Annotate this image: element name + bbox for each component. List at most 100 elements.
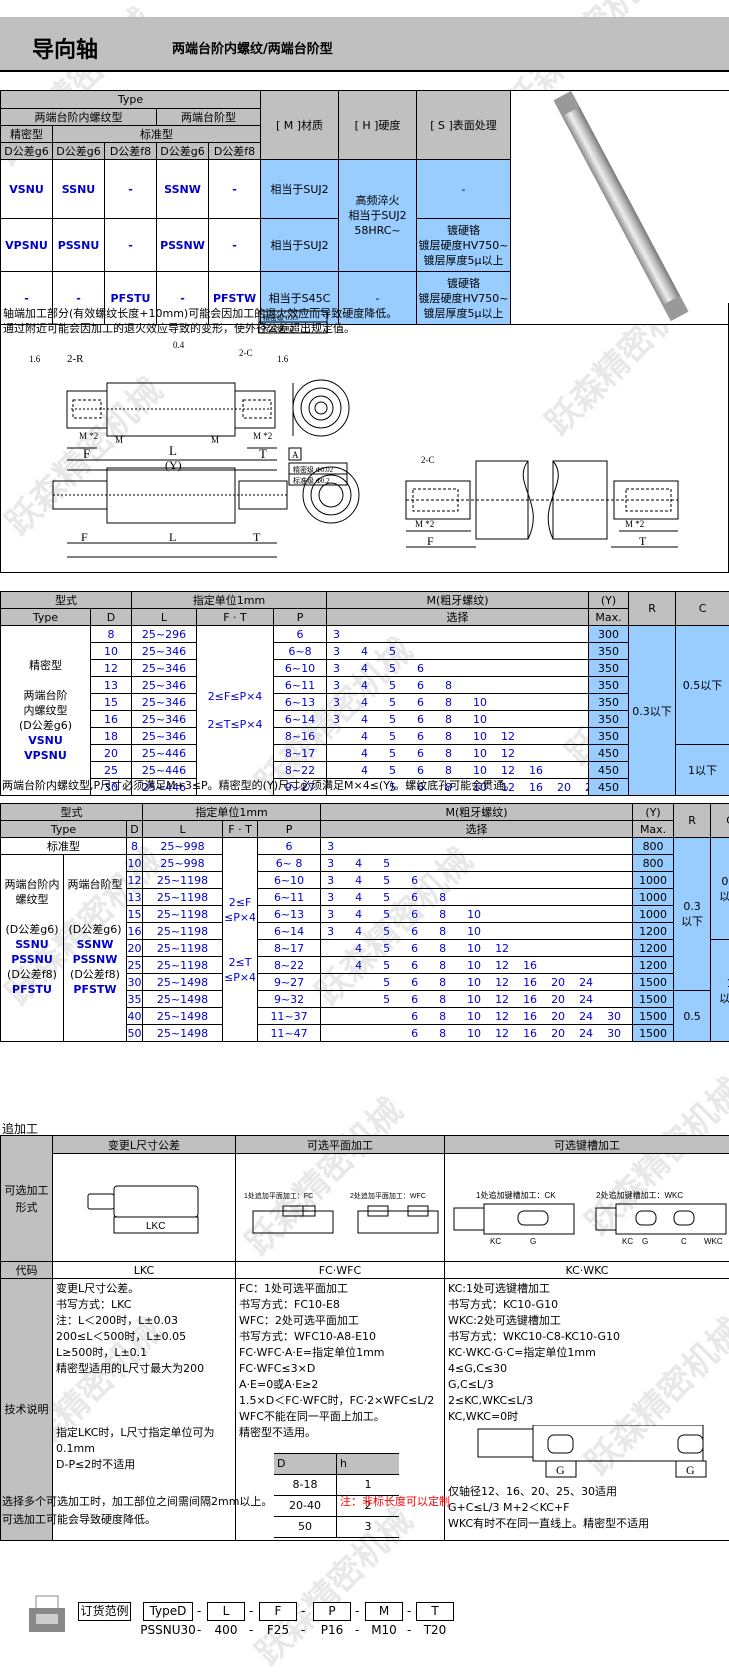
svg-text:(Y): (Y) [165, 458, 182, 472]
table-row: 标准型825~9982≤F≤P×42≤T≤P×4638000.3以下0.5以下 [1, 838, 729, 855]
svg-text:1处追加平面加工：FC: 1处追加平面加工：FC [244, 1191, 313, 1200]
thread-options: 68101216202430 [321, 1025, 633, 1042]
svg-text:精密级 Φ0.02: 精密级 Φ0.02 [293, 465, 334, 474]
thread-options: 5681012162024 [321, 974, 633, 991]
order-value: PSSNU30 [137, 1623, 199, 1637]
svg-text:M: M [211, 435, 219, 445]
standard-spec-table: 型式 指定单位1mm M(粗牙螺纹) (Y) R C Type D L F · … [0, 803, 729, 1042]
svg-text:M *2: M *2 [79, 431, 98, 441]
page-subtitle: 两端台阶内螺纹/两端台阶型 [172, 38, 333, 57]
page-title: 导向轴 [32, 32, 98, 64]
svg-text:G: G [642, 1237, 648, 1246]
kc-diagram: 1处追加键槽加工：CK 2处追加键槽加工：WKC KCG KCGCWKC [445, 1154, 729, 1262]
svg-text:T: T [253, 530, 261, 544]
svg-text:M *2: M *2 [253, 431, 272, 441]
table-row: 2025~4468~17456810124501以下 [1, 745, 729, 762]
svg-text:G: G [530, 1237, 536, 1246]
table-row: 1625~3466~143456810350 [1, 711, 729, 728]
table-row: 两端台阶内螺纹型(D公差g6)SSNUPSSNU(D公差f8)PFSTU两端台阶… [1, 855, 729, 872]
order-separator: - [355, 1604, 359, 1618]
svg-text:T: T [639, 534, 647, 548]
keyway-detail-icon: GG [448, 1425, 718, 1479]
svg-text:G: G [556, 1463, 565, 1477]
thread-options: 3456 [321, 872, 633, 889]
type-code-link[interactable]: VSNU [1, 160, 53, 219]
keyway-machining-icon: 1处追加键槽加工：CK 2处追加键槽加工：WKC KCG KCGCWKC [446, 1156, 729, 1256]
type-code-link[interactable]: PSSNU [53, 219, 105, 272]
flat-machining-icon: 1处追加平面加工：FC 2处追加平面加工：WFC [238, 1156, 443, 1256]
thread-options: 3 [321, 838, 633, 855]
table-row: 1225~3466~103456350 [1, 660, 729, 677]
svg-text:WKC: WKC [704, 1237, 723, 1246]
svg-text:LKC: LKC [146, 1221, 165, 1232]
svg-text:F: F [81, 530, 88, 544]
thread-options: 68101216202430 [321, 1008, 633, 1025]
svg-text:M: M [115, 435, 123, 445]
svg-text:精密级 0.03: 精密级 0.03 [263, 313, 298, 322]
order-field-p: P [313, 1602, 351, 1621]
type-code-link[interactable]: PSSNW [157, 219, 209, 272]
table-row: 精密型两端台阶内螺纹型(D公差g6)VSNUVPSNU825~2962≤F≤P×… [1, 626, 729, 643]
table-row: 1025~3466~8345350 [1, 643, 729, 660]
thread-options: 45681012 [321, 940, 633, 957]
thread-options: 34568 [327, 677, 589, 694]
product-photo [511, 91, 729, 325]
top-spacer [0, 0, 729, 18]
order-separator: - [197, 1604, 201, 1618]
svg-text:A: A [292, 450, 299, 460]
typewriter-icon [28, 1594, 68, 1634]
thread-options: 345 [327, 643, 589, 660]
order-field-m: M [365, 1602, 403, 1621]
type-table: Type [ M ]材质 [ H ]硬度 [ S ]表面处理 两端台阶内螺纹型 … [0, 90, 729, 325]
svg-text:C: C [681, 1237, 687, 1246]
svg-text:1.6: 1.6 [29, 354, 41, 364]
thread-options: 3456 [327, 660, 589, 677]
extra-note-1: 选择多个可选加工时，加工部位之间需间隔2mm以上。 [2, 1493, 272, 1509]
kc-description: KC:1处可选键槽加工书写方式：KC10-G10WKC:2处可选键槽加工书写方式… [445, 1279, 729, 1541]
order-value: T20 [410, 1623, 460, 1637]
order-value: M10 [359, 1623, 409, 1637]
table1-note: 两端台阶内螺纹型,P尺寸必须满足M+3≤P。精密型的(Y)尺寸必须满足M×4≤(… [2, 777, 515, 793]
thread-options: 45681012 [327, 745, 589, 762]
svg-text:标准级 0.2: 标准级 0.2 [263, 324, 295, 333]
table-row: 1325~3466~1134568350 [1, 677, 729, 694]
table-row: 2525~4468~224568101216450 [1, 762, 729, 779]
order-value: 400 [201, 1623, 251, 1637]
svg-text:2-C: 2-C [421, 455, 435, 465]
thread-options: 45681012 [327, 728, 589, 745]
svg-text:标准级 Φ0.2: 标准级 Φ0.2 [293, 476, 330, 485]
order-value: P16 [307, 1623, 357, 1637]
order-field-f: F [259, 1602, 297, 1621]
type-code-link[interactable]: VPSNU [1, 219, 53, 272]
order-field-typed: TypeD [143, 1602, 193, 1621]
thread-options: 34568 [321, 889, 633, 906]
svg-text:2处追加平面加工：WFC: 2处追加平面加工：WFC [350, 1191, 426, 1200]
svg-text:1.6: 1.6 [277, 354, 289, 364]
type-code-link[interactable]: SSNW [157, 160, 209, 219]
fc-diagram: 1处追加平面加工：FC 2处追加平面加工：WFC [236, 1154, 445, 1262]
svg-text:KC: KC [490, 1237, 501, 1246]
order-separator: - [249, 1604, 253, 1618]
shaft-photo-icon [511, 91, 729, 321]
order-field-t: T [416, 1602, 454, 1621]
type-code-link[interactable]: SSNU [53, 160, 105, 219]
svg-text:L: L [169, 530, 176, 544]
svg-text:M *2: M *2 [415, 519, 434, 529]
thread-options: 5681012162024 [321, 991, 633, 1008]
thread-options: 3456810 [321, 906, 633, 923]
order-separator: - [301, 1623, 305, 1637]
order-field-l: L [207, 1602, 245, 1621]
extra-note-2: 可选加工可能会导致硬度降低。 [2, 1511, 156, 1527]
thread-options: 3456810 [327, 694, 589, 711]
svg-text:M *2: M *2 [625, 519, 644, 529]
order-example-label: 订货范例 [78, 1602, 131, 1621]
table-row: 1825~3468~1645681012350 [1, 728, 729, 745]
technical-drawing: 轴端加工部分(有效螺纹长度+10mm)可能会因加工的退火效应而导致硬度降低。 通… [0, 303, 729, 573]
precision-spec-table: 型式 指定单位1mm M(粗牙螺纹) (Y) R C Type D L F · … [0, 591, 729, 796]
thread-options: 4568101216 [327, 762, 589, 779]
svg-text:F: F [83, 446, 90, 461]
svg-text:2-C: 2-C [239, 348, 253, 358]
svg-text:1处追加键槽加工：CK: 1处追加键槽加工：CK [476, 1190, 556, 1200]
shaft-drawing-icon: 1.62-R 0.42-C 1.6 精密级 0.03 标准级 0.2 精密级 Φ… [1, 303, 728, 573]
order-value: F25 [253, 1623, 303, 1637]
